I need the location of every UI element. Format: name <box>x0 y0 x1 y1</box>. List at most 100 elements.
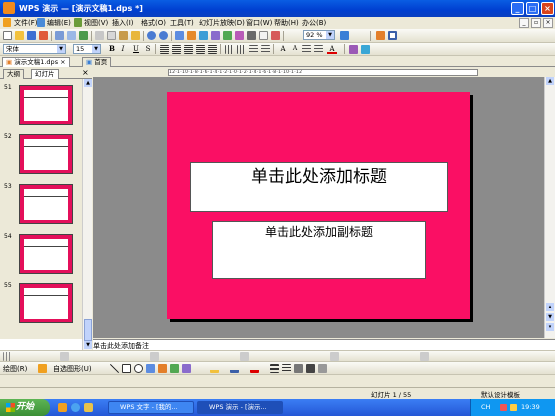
slide-layout-icon[interactable] <box>361 45 370 54</box>
font-name-select[interactable]: 宋体 ▼ <box>3 44 66 54</box>
slide-thumbnail[interactable] <box>19 85 73 125</box>
fill-color-icon[interactable] <box>210 364 219 373</box>
dash-style-icon[interactable] <box>282 364 291 373</box>
slide-thumbnail[interactable] <box>19 283 73 323</box>
line-spacing-icon[interactable] <box>225 45 234 54</box>
color-grayscale-icon[interactable] <box>271 31 280 40</box>
align-center-icon[interactable] <box>172 45 181 54</box>
tab-slides[interactable]: 幻灯片 <box>31 69 59 79</box>
doc-close-button[interactable]: × <box>543 18 553 28</box>
quicklaunch-icon[interactable] <box>58 403 67 412</box>
minimize-button[interactable]: _ <box>511 2 524 15</box>
picture-icon[interactable] <box>182 364 191 373</box>
slide-thumbnail[interactable] <box>19 184 73 224</box>
window-icon[interactable] <box>388 31 397 40</box>
undo-icon[interactable] <box>147 31 156 40</box>
menu-help[interactable]: 帮助(H) <box>274 18 299 28</box>
doc-minimize-button[interactable]: _ <box>519 18 529 28</box>
close-icon[interactable]: × <box>82 68 89 77</box>
menu-insert[interactable]: 插入(I) <box>112 18 134 28</box>
design-icon[interactable] <box>349 45 358 54</box>
insert-chart-icon[interactable] <box>187 31 196 40</box>
ie-icon[interactable] <box>71 403 80 412</box>
increase-indent-icon[interactable] <box>314 45 323 54</box>
insert-table-icon[interactable] <box>199 31 208 40</box>
slide-thumbnail[interactable] <box>19 234 73 274</box>
subtitle-placeholder[interactable]: 单击此处添加副标题 <box>212 221 426 279</box>
taskbar-item-wps-presentation[interactable]: WPS 演示 - [演示... <box>197 401 283 414</box>
scroll-up-icon[interactable]: ▲ <box>84 79 92 87</box>
tab-home[interactable]: ▣ 首页 <box>82 57 112 67</box>
text-tool-icon[interactable] <box>150 352 159 361</box>
print-icon[interactable] <box>55 31 64 40</box>
tray-icon[interactable] <box>500 404 507 411</box>
scroll-thumb[interactable] <box>84 319 92 341</box>
increase-font-icon[interactable]: A <box>278 44 288 54</box>
help-icon[interactable] <box>340 31 349 40</box>
new-slide-icon[interactable] <box>223 31 232 40</box>
clipart-icon[interactable] <box>170 364 179 373</box>
ime-indicator[interactable]: CH <box>481 399 490 416</box>
close-icon[interactable]: × <box>60 58 65 66</box>
tab-document[interactable]: ▣ 演示文稿1.dps × <box>2 57 70 67</box>
bullets-icon[interactable] <box>249 45 258 54</box>
redo-icon[interactable] <box>159 31 168 40</box>
paste-icon[interactable] <box>119 31 128 40</box>
line-icon[interactable] <box>110 364 119 373</box>
justify-icon[interactable] <box>196 45 205 54</box>
bold-button[interactable]: B <box>107 44 117 54</box>
scroll-down-icon[interactable]: ▼ <box>84 341 92 349</box>
menu-office[interactable]: 办公(B) <box>302 18 326 28</box>
italic-button[interactable]: I <box>118 44 128 54</box>
menu-file[interactable]: 文件(F) <box>14 18 38 28</box>
align-right-icon[interactable] <box>184 45 193 54</box>
text-tool-icon[interactable] <box>330 352 339 361</box>
maximize-button[interactable]: □ <box>526 2 539 15</box>
tab-outline[interactable]: 大纲 <box>3 69 24 79</box>
autoshapes-button[interactable]: 自选图形(U) <box>53 364 92 374</box>
format-painter-icon[interactable] <box>131 31 140 40</box>
expand-icon[interactable] <box>235 31 244 40</box>
align-left-icon[interactable] <box>160 45 169 54</box>
save-icon[interactable] <box>27 31 36 40</box>
zoom-select[interactable]: 92 % ▼ <box>303 30 335 40</box>
copy-icon[interactable] <box>107 31 116 40</box>
editor-scrollbar[interactable]: ▲ ▴ ▼ ▾ <box>544 77 555 338</box>
scroll-down-icon[interactable]: ▼ <box>546 313 554 321</box>
underline-button[interactable]: U <box>131 44 141 54</box>
select-objects-icon[interactable] <box>38 364 47 373</box>
font-color-icon[interactable] <box>250 364 259 373</box>
doc-restore-button[interactable]: ▫ <box>531 18 541 28</box>
taskbar-item-wps-writer[interactable]: WPS 文字 - [我的... <box>108 401 194 414</box>
text-tool-icon[interactable] <box>420 352 429 361</box>
slide-thumbnail[interactable] <box>19 134 73 174</box>
new-icon[interactable] <box>3 31 12 40</box>
line-color-icon[interactable] <box>230 364 239 373</box>
menu-slideshow[interactable]: 幻灯片放映(D) <box>199 18 245 28</box>
decrease-font-icon[interactable]: A <box>290 44 300 54</box>
distributed-icon[interactable] <box>208 45 217 54</box>
pdf-icon[interactable] <box>39 31 48 40</box>
tray-icon[interactable] <box>510 404 517 411</box>
slides-scrollbar[interactable]: ▲ ▼ <box>82 79 92 350</box>
text-tool-icon[interactable] <box>240 352 249 361</box>
title-placeholder[interactable]: 单击此处添加标题 <box>190 162 448 212</box>
menu-tools[interactable]: 工具(T) <box>170 18 194 28</box>
close-button[interactable]: × <box>541 2 554 15</box>
next-slide-icon[interactable]: ▾ <box>546 323 554 331</box>
slideshow-icon[interactable] <box>376 31 385 40</box>
wps-app-icon[interactable] <box>3 2 15 14</box>
scroll-up-icon[interactable]: ▲ <box>546 77 554 85</box>
font-size-select[interactable]: 15 ▼ <box>73 44 101 54</box>
textbox-icon[interactable] <box>146 364 155 373</box>
print-preview-icon[interactable] <box>67 31 76 40</box>
decrease-indent-icon[interactable] <box>302 45 311 54</box>
font-color-button[interactable]: A <box>327 44 337 54</box>
shadow-style-icon[interactable] <box>306 364 315 373</box>
open-icon[interactable] <box>15 31 24 40</box>
shadow-button[interactable]: S <box>143 44 153 54</box>
ellipse-icon[interactable] <box>134 364 143 373</box>
text-tool-icon[interactable] <box>60 352 69 361</box>
insert-picture-icon[interactable] <box>211 31 220 40</box>
menu-view[interactable]: 视图(V) <box>84 18 108 28</box>
